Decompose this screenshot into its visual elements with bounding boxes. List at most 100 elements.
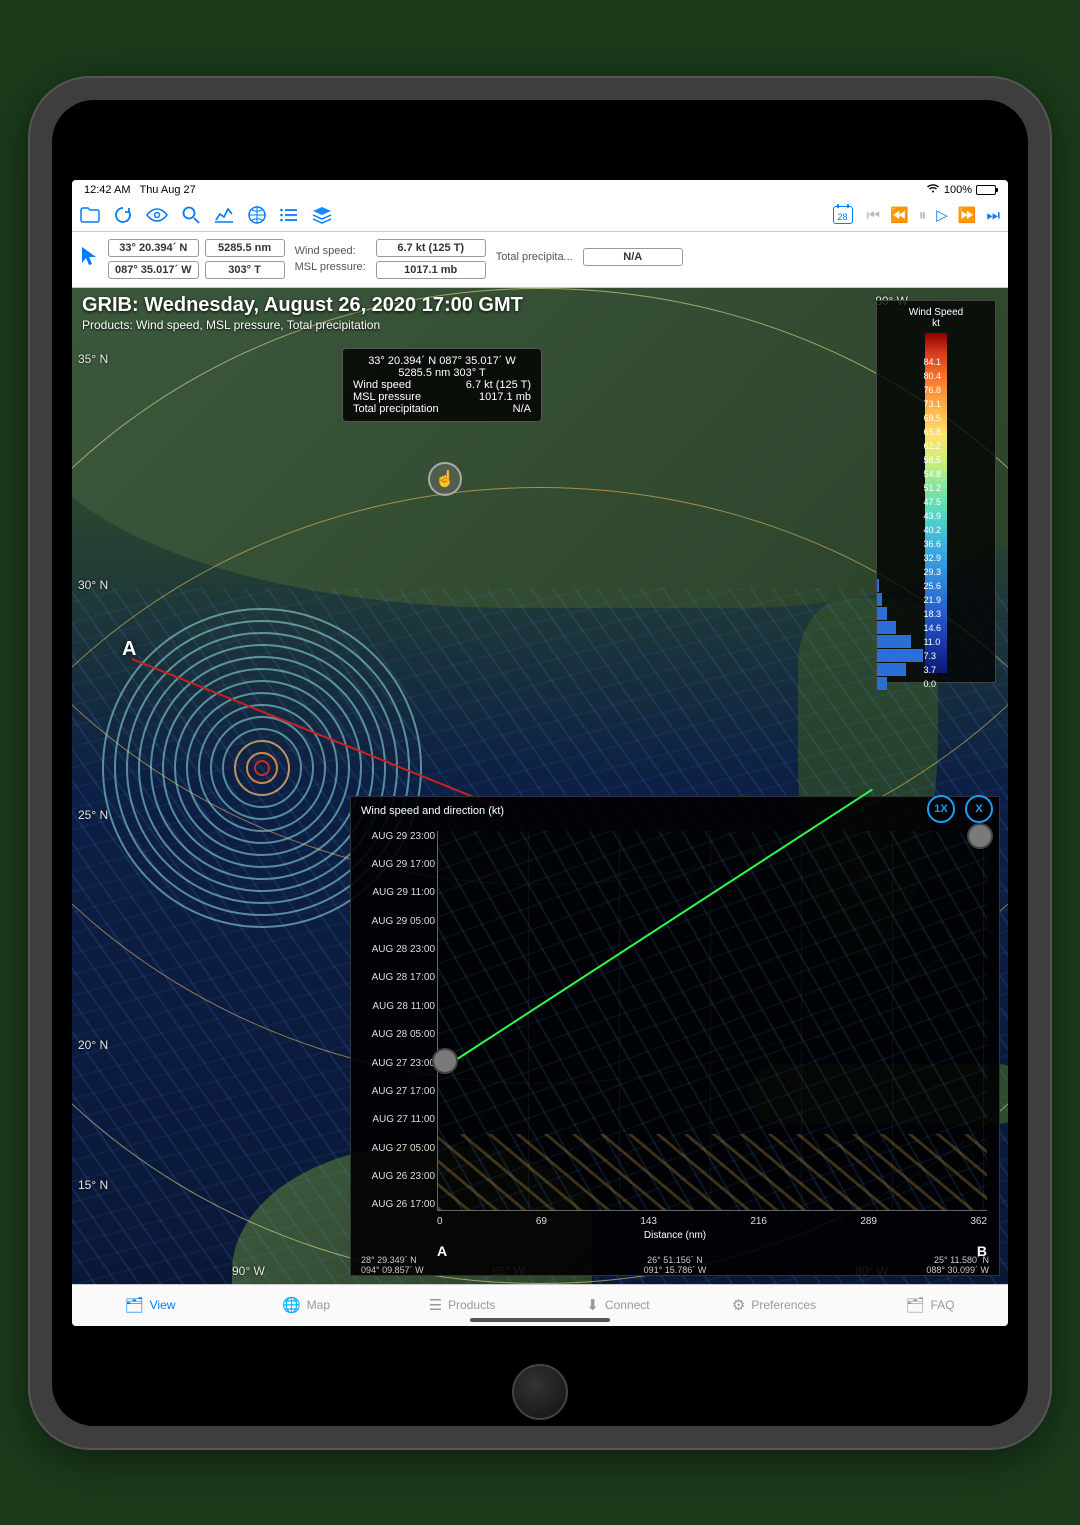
refresh-icon[interactable] (114, 206, 132, 224)
section-point-a[interactable]: A (122, 638, 136, 661)
lat-label: 15° N (78, 1178, 108, 1192)
skip-end-icon[interactable]: ⏭ (986, 207, 1000, 224)
calendar-date-text: 28 (838, 212, 848, 222)
lat-label: 20° N (78, 1038, 108, 1052)
meteogram-plot[interactable] (437, 831, 987, 1211)
coord-b-lat: 25° 11.580´ N (934, 1255, 989, 1265)
map-view[interactable]: A GRIB: Wednesday, August 26, 2020 17:00… (72, 288, 1008, 1284)
map-title: GRIB: Wednesday, August 26, 2020 17:00 G… (82, 294, 523, 317)
bearing-value[interactable]: 303° T (205, 261, 285, 279)
play-icon[interactable]: ▷ (936, 206, 948, 224)
coord-a-lat: 28° 29.349´ N (361, 1255, 417, 1265)
lon-value[interactable]: 087° 35.017´ W (108, 261, 199, 279)
date-text: Thu Aug 27 (139, 184, 195, 196)
toolbar: 28 ⏮ ⏪ ⏸ ▷ ⏩ ⏭ (72, 200, 1008, 232)
meteogram-coords: 28° 29.349´ N 094° 09.857´ W 26° 51.156´… (351, 1255, 999, 1275)
legend-title: Wind Speed (883, 307, 989, 318)
meteogram-y-labels: AUG 29 23:00AUG 29 17:00AUG 29 11:00AUG … (355, 831, 435, 1211)
meteogram-barbs-warm (438, 1134, 987, 1210)
tab-icon: ☰ (429, 1296, 442, 1314)
tooltip-row-val: 1017.1 mb (479, 391, 531, 403)
wind-speed-label: Wind speed: (291, 245, 370, 257)
tab-icon: 🗂 (905, 1296, 924, 1314)
meteogram-x-labels: 069143216289362 (437, 1216, 987, 1227)
tab-label: Connect (605, 1298, 650, 1312)
tab-label: Preferences (751, 1298, 816, 1312)
meteogram-panel[interactable]: 1X X Wind speed and direction (kt) AUG 2… (350, 796, 1000, 1276)
tab-label: View (150, 1298, 176, 1312)
battery-text: 100% (944, 184, 972, 196)
tab-preferences[interactable]: ⚙ Preferences (696, 1285, 852, 1326)
ipad-frame: 12:42 AM Thu Aug 27 100% (30, 78, 1050, 1448)
tooltip-coord: 33° 20.394´ N 087° 35.017´ W (353, 355, 531, 367)
tooltip-row-key: Wind speed (353, 379, 411, 391)
map-subtitle: Products: Wind speed, MSL pressure, Tota… (82, 318, 380, 332)
legend-histogram (877, 355, 925, 691)
wifi-icon (926, 183, 940, 196)
cursor-icon[interactable] (80, 245, 98, 273)
globe-icon[interactable] (248, 206, 266, 224)
search-icon[interactable] (182, 206, 200, 224)
meteogram-x-title: Distance (nm) (351, 1230, 999, 1241)
close-button[interactable]: X (965, 795, 993, 823)
tab-faq[interactable]: 🗂 FAQ (852, 1285, 1008, 1326)
skip-start-icon[interactable]: ⏮ (867, 207, 881, 224)
battery-icon (976, 185, 996, 195)
calendar-icon[interactable]: 28 (833, 206, 853, 224)
coord-mid-lon: 091° 15.786´ W (644, 1265, 707, 1275)
precip-label: Total precipita... (492, 251, 577, 263)
rewind-icon[interactable]: ⏪ (890, 206, 909, 224)
tooltip-row-key: MSL pressure (353, 391, 421, 403)
tooltip-row-val: 6.7 kt (125 T) (466, 379, 531, 391)
legend-ticks: 84.180.476.873.169.565.862.258.554.851.2… (923, 355, 941, 691)
tab-map[interactable]: 🌐 Map (228, 1285, 384, 1326)
ipad-bezel: 12:42 AM Thu Aug 27 100% (52, 100, 1028, 1426)
chart-icon[interactable] (214, 207, 234, 223)
tab-icon: 🌐 (282, 1296, 301, 1314)
coord-b-lon: 088° 30.099´ W (926, 1265, 989, 1275)
status-right: 100% (926, 183, 996, 196)
eye-icon[interactable] (146, 208, 168, 222)
pause-icon[interactable]: ⏸ (919, 207, 927, 224)
folder-icon[interactable] (80, 207, 100, 223)
lat-label: 30° N (78, 578, 108, 592)
distance-value[interactable]: 5285.5 nm (205, 239, 285, 257)
coord-mid-lat: 26° 51.156´ N (647, 1255, 703, 1265)
list-icon[interactable] (280, 208, 298, 222)
legend-unit: kt (883, 318, 989, 329)
tab-label: FAQ (931, 1298, 955, 1312)
meteogram-title: Wind speed and direction (kt) (361, 805, 989, 817)
precip-value[interactable]: N/A (583, 248, 683, 266)
tab-icon: 🗂 (125, 1296, 144, 1314)
msl-label: MSL pressure: (291, 261, 370, 273)
lon-label: 90° W (232, 1264, 265, 1278)
coord-a-lon: 094° 09.857´ W (361, 1265, 424, 1275)
data-row: 33° 20.394´ N 087° 35.017´ W 5285.5 nm 3… (72, 232, 1008, 288)
home-indicator[interactable] (470, 1318, 610, 1322)
tab-label: Products (448, 1298, 495, 1312)
tooltip-row-val: N/A (513, 403, 531, 415)
speed-button[interactable]: 1X (927, 795, 955, 823)
playback-controls: ⏮ ⏪ ⏸ ▷ ⏩ ⏭ (867, 206, 1000, 224)
tooltip-row-key: Total precipitation (353, 403, 439, 415)
clock-text: 12:42 AM (84, 184, 130, 196)
status-time: 12:42 AM Thu Aug 27 (84, 184, 196, 196)
msl-value[interactable]: 1017.1 mb (376, 261, 486, 279)
fast-forward-icon[interactable]: ⏩ (958, 206, 977, 224)
tab-icon: ⬇ (586, 1296, 599, 1314)
tab-label: Map (307, 1298, 330, 1312)
lat-value[interactable]: 33° 20.394´ N (108, 239, 199, 257)
lat-label: 25° N (78, 808, 108, 822)
home-button[interactable] (512, 1364, 568, 1420)
screen: 12:42 AM Thu Aug 27 100% (72, 180, 1008, 1326)
touch-indicator-icon: ☝ (428, 462, 462, 496)
layers-icon[interactable] (312, 206, 332, 224)
lat-label: 35° N (78, 352, 108, 366)
map-tooltip: 33° 20.394´ N 087° 35.017´ W 5285.5 nm 3… (342, 348, 542, 422)
status-bar: 12:42 AM Thu Aug 27 100% (72, 180, 1008, 200)
tab-view[interactable]: 🗂 View (72, 1285, 228, 1326)
wind-speed-value[interactable]: 6.7 kt (125 T) (376, 239, 486, 257)
tooltip-distbrg: 5285.5 nm 303° T (353, 367, 531, 379)
tab-icon: ⚙ (732, 1296, 745, 1314)
wind-speed-legend: Wind Speed kt 84.180.47 (876, 300, 996, 683)
